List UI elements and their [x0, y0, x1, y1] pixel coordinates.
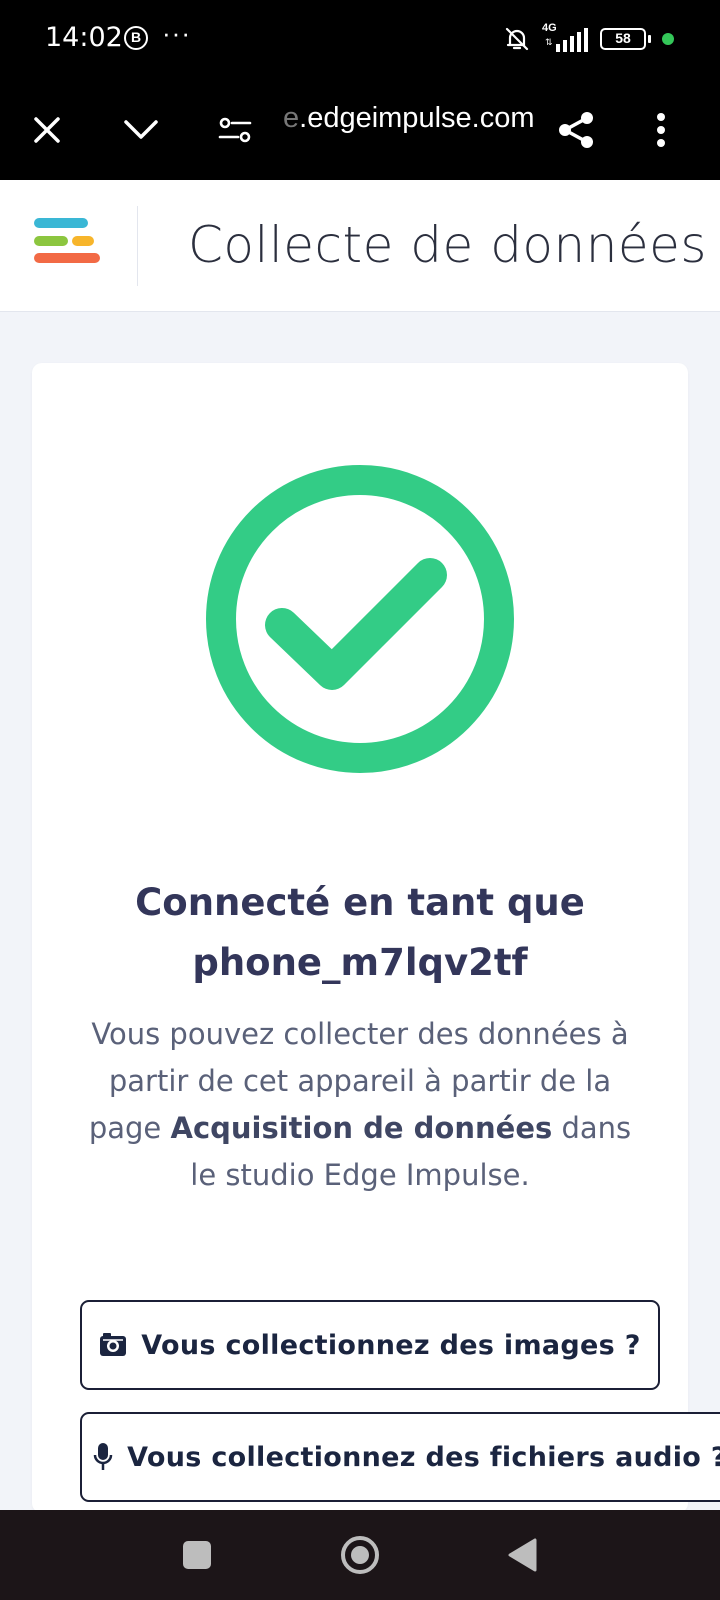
collect-audio-button[interactable]: Vous collectionnez des fichiers audio ?	[80, 1412, 720, 1502]
b-badge-icon: B	[124, 26, 148, 50]
connected-label: Connecté en tant que	[135, 881, 585, 924]
back-icon[interactable]	[497, 1530, 547, 1580]
camera-icon	[100, 1333, 127, 1356]
data-acquisition-link-text: Acquisition de données	[170, 1111, 553, 1145]
status-bar: 14:02 B ··· 4G ⇅ 58	[0, 0, 720, 80]
url-bar[interactable]: e.edgeimpulse.com	[283, 102, 534, 135]
bell-muted-icon	[505, 27, 529, 51]
site-header: Collecte de données	[0, 180, 720, 312]
browser-toolbar: e.edgeimpulse.com	[0, 80, 720, 180]
collect-images-button[interactable]: Vous collectionnez des images ?	[80, 1300, 660, 1390]
more-notifications-icon: ···	[162, 18, 191, 48]
microphone-icon	[93, 1443, 113, 1470]
signal-icon: 4G ⇅	[542, 22, 590, 54]
recents-icon[interactable]	[172, 1530, 222, 1580]
share-icon[interactable]	[552, 105, 602, 155]
battery-icon: 58	[600, 28, 651, 50]
header-divider	[137, 206, 138, 286]
privacy-indicator-icon	[662, 33, 674, 45]
connected-heading: Connecté en tant que phone_m7lqv2tf	[32, 873, 688, 993]
more-vert-icon[interactable]	[636, 105, 686, 155]
check-circle-icon	[206, 465, 514, 773]
edge-impulse-logo[interactable]	[34, 218, 104, 268]
page-title: Collecte de données	[188, 216, 707, 274]
status-time: 14:02	[45, 22, 123, 53]
system-nav-bar	[0, 1510, 720, 1600]
home-icon[interactable]	[335, 1530, 385, 1580]
device-name: phone_m7lqv2tf	[192, 941, 528, 984]
instructions-text: Vous pouvez collecter des données à part…	[88, 1017, 632, 1192]
chevron-down-icon[interactable]	[116, 105, 166, 155]
close-icon[interactable]	[22, 105, 72, 155]
site-settings-icon[interactable]	[210, 105, 260, 155]
